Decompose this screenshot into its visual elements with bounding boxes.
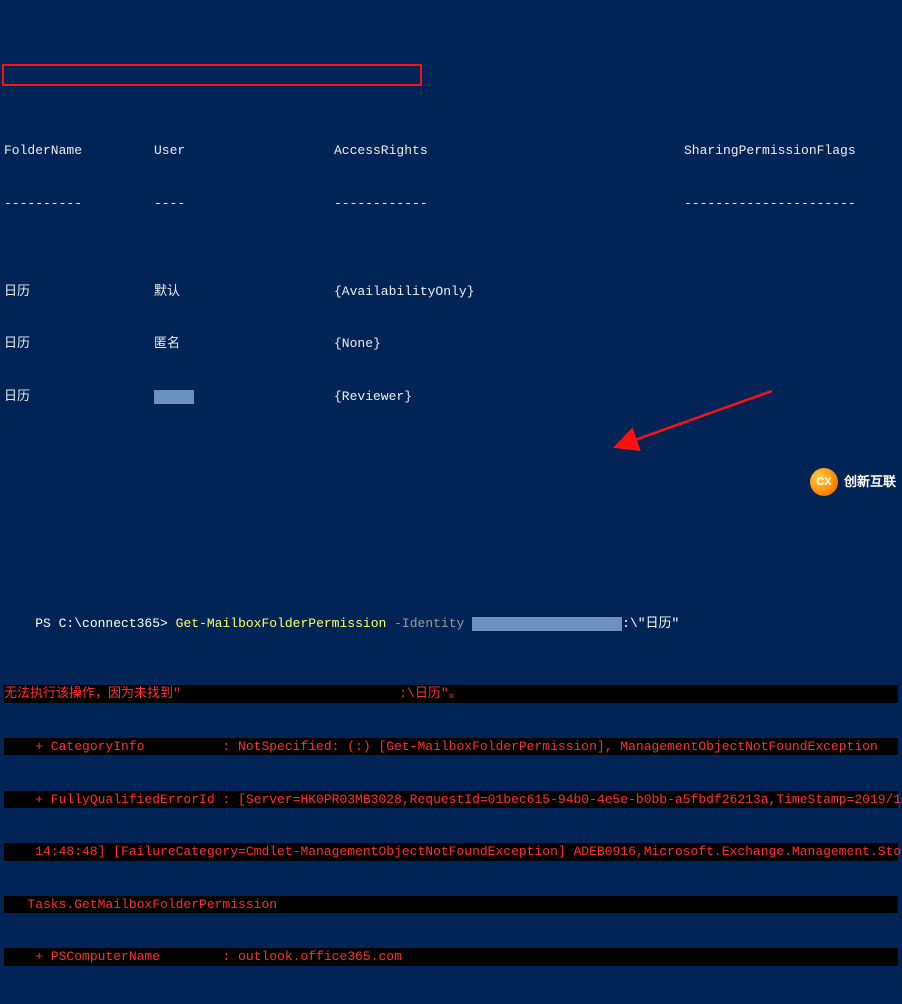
watermark-text: 创新互联: [844, 473, 896, 491]
table-header-row: FolderName User AccessRights SharingPerm…: [4, 142, 898, 160]
arg-suffix: :\"日历": [622, 616, 679, 631]
blank-line: [4, 510, 898, 527]
col-access-ul: ------------: [334, 195, 684, 213]
error-line: + PSComputerName : outlook.office365.com: [4, 948, 898, 966]
powershell-console[interactable]: FolderName User AccessRights SharingPerm…: [0, 70, 902, 1004]
col-user-ul: ----: [154, 195, 334, 213]
watermark-logo-icon: CX: [810, 468, 838, 496]
col-user-header: User: [154, 142, 334, 160]
cell-user: 默认: [154, 283, 334, 301]
col-flags-ul: ----------------------: [684, 195, 898, 213]
cell-folder: 日历: [4, 388, 154, 406]
watermark: CX 创新互联: [810, 468, 896, 496]
col-folder-header: FolderName: [4, 142, 154, 160]
table-row: 日历 匿名 {None}: [4, 335, 898, 353]
redacted-user: [154, 390, 194, 404]
col-access-header: AccessRights: [334, 142, 684, 160]
cell-access: {None}: [334, 335, 684, 353]
command-line: PS C:\connect365> Get-MailboxFolderPermi…: [4, 598, 898, 651]
error-line: 14:48:48] [FailureCategory=Cmdlet-Manage…: [4, 843, 898, 861]
cell-access: {AvailabilityOnly}: [334, 283, 684, 301]
cell-user: 匿名: [154, 335, 334, 353]
prompt: PS C:\connect365>: [35, 616, 168, 631]
cell-access: {Reviewer}: [334, 388, 684, 406]
param-identity: -Identity: [394, 616, 464, 631]
cell-folder: 日历: [4, 283, 154, 301]
error-line: Tasks.GetMailboxFolderPermission: [4, 896, 898, 914]
blank-line: [4, 458, 898, 475]
error-line: + CategoryInfo : NotSpecified: (:) [Get-…: [4, 738, 898, 756]
col-folder-ul: ----------: [4, 195, 154, 213]
col-flags-header: SharingPermissionFlags: [684, 142, 898, 160]
cell-folder: 日历: [4, 335, 154, 353]
table-row: 日历 默认 {AvailabilityOnly}: [4, 283, 898, 301]
error-line: + FullyQualifiedErrorId : [Server=HK0PR0…: [4, 791, 898, 809]
error-line: 无法执行该操作，因为未找到" :\日历"。: [4, 685, 898, 703]
redacted-identity: [472, 617, 622, 631]
table-header-underline: ---------- ---- ------------ -----------…: [4, 195, 898, 213]
table-row: 日历 {Reviewer}: [4, 388, 898, 406]
cmdlet-name: Get-MailboxFolderPermission: [176, 616, 387, 631]
cell-user: [154, 388, 334, 406]
